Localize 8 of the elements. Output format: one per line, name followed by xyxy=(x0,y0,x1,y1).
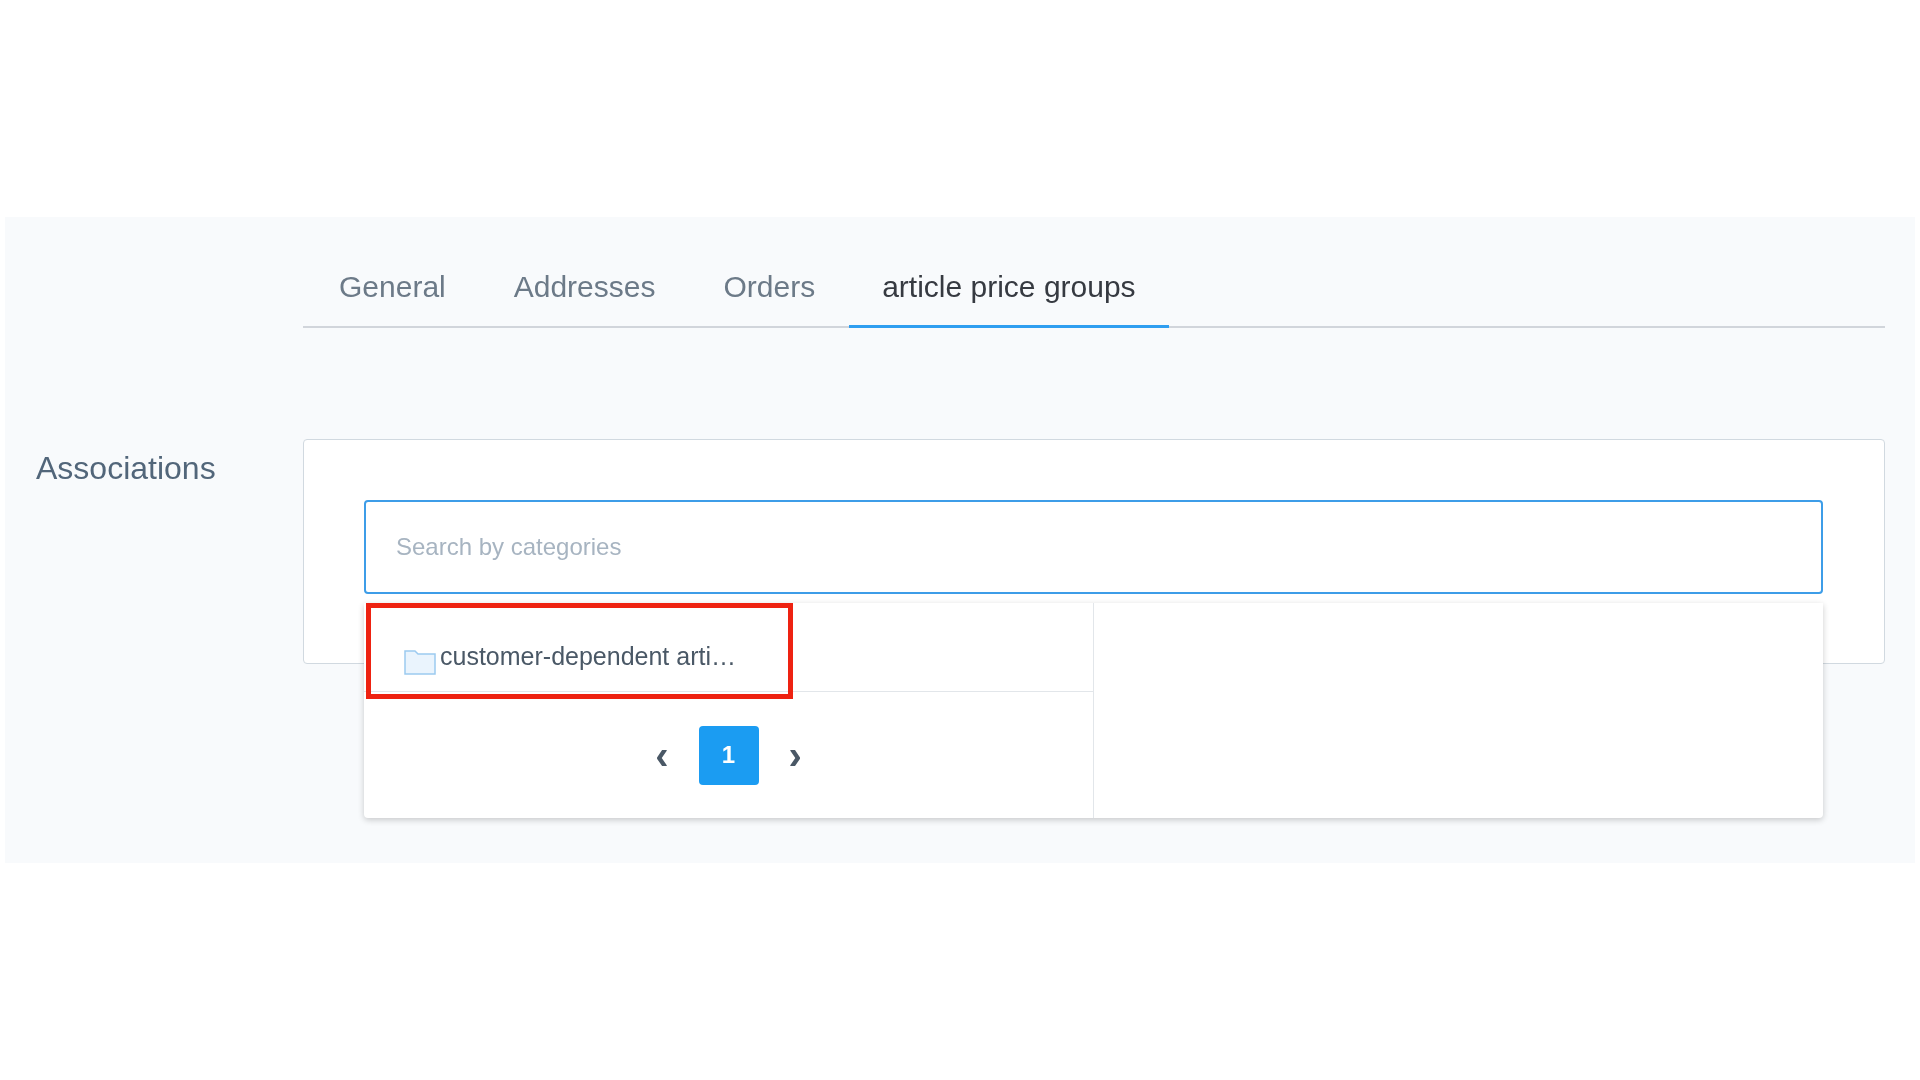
section-label: Associations xyxy=(36,449,216,488)
folder-icon xyxy=(404,647,436,675)
search-field[interactable]: Search by categories xyxy=(364,500,1823,594)
category-item[interactable]: customer-dependent arti… xyxy=(440,637,736,675)
tab[interactable]: General xyxy=(305,247,480,328)
tab[interactable]: article price groups xyxy=(849,247,1169,328)
tab[interactable]: Orders xyxy=(689,247,850,328)
tab[interactable]: Addresses xyxy=(479,247,690,328)
